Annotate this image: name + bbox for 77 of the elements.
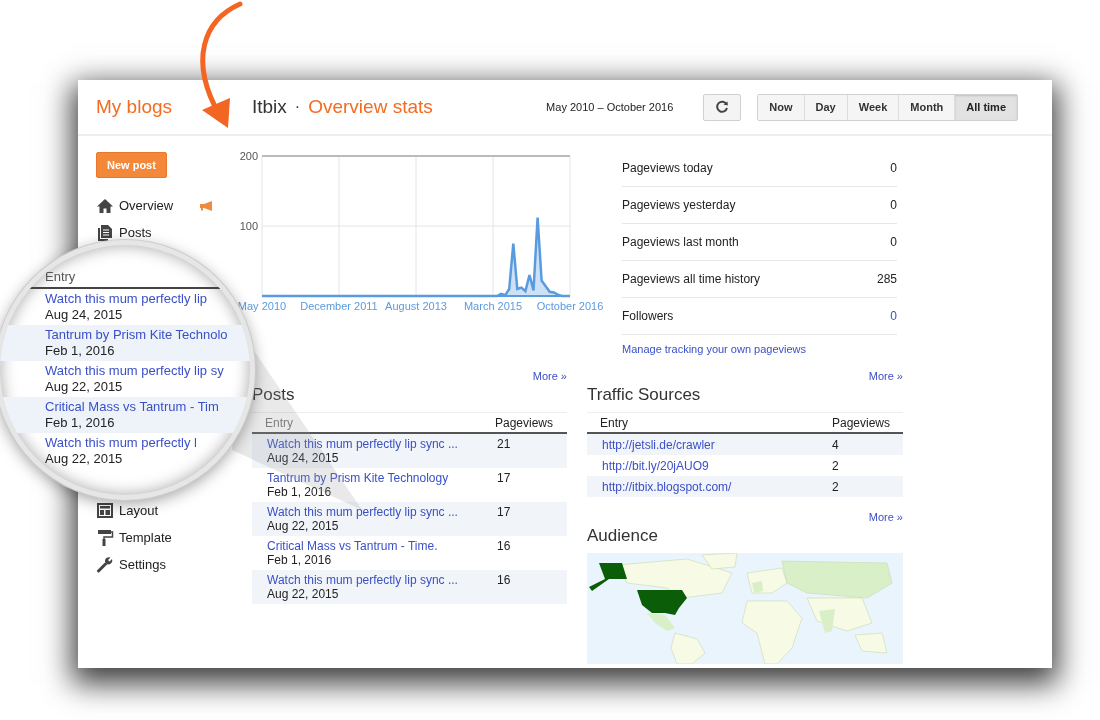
pageviews-count: 17 xyxy=(497,471,511,487)
x-axis-label: March 2015 xyxy=(463,300,523,312)
post-link[interactable]: Watch this mum perfectly lip sync ... xyxy=(267,573,497,587)
stat-label: Pageviews yesterday xyxy=(622,198,736,212)
pageviews-count: 16 xyxy=(497,573,511,589)
pageviews-count: 21 xyxy=(497,437,511,453)
column-header: Entry xyxy=(45,269,76,284)
refresh-button[interactable] xyxy=(703,93,742,121)
post-date: Feb 1, 2016 xyxy=(267,553,333,567)
pageviews-count: 16 xyxy=(497,539,511,555)
stat-value: 0 xyxy=(890,235,897,249)
y-axis-label: 100 xyxy=(239,220,258,232)
post-date: Feb 1, 2016 xyxy=(267,485,333,499)
post-date: Feb 1, 2016 xyxy=(45,343,115,359)
column-header: Pageviews xyxy=(495,415,554,430)
y-axis-label: 200 xyxy=(239,150,258,162)
post-date: Aug 24, 2015 xyxy=(45,307,123,323)
refresh-icon xyxy=(715,100,730,114)
pageviews-count: 2 xyxy=(832,479,839,494)
range-button[interactable]: Month xyxy=(899,94,956,120)
x-axis-label: May 2010 xyxy=(237,300,287,312)
range-button[interactable]: Day xyxy=(804,94,848,120)
column-header: Pageviews xyxy=(832,415,891,430)
source-link[interactable]: http://jetsli.de/crawler xyxy=(587,437,832,452)
section-title: Posts xyxy=(252,384,296,406)
post-link[interactable]: Watch this mum perfectly lip sync ... xyxy=(267,505,497,519)
stat-label: Pageviews last month xyxy=(622,235,739,249)
date-range: May 2010 – October 2016 xyxy=(546,101,674,113)
nav-link[interactable]: Template xyxy=(119,530,172,545)
page-title: Overview stats xyxy=(308,96,433,118)
stat-value: 0 xyxy=(890,198,897,212)
stat-label: Followers xyxy=(622,309,674,323)
post-link[interactable]: Critical Mass vs Tantrum - Time. xyxy=(267,539,497,553)
post-date: Aug 22, 2015 xyxy=(45,379,123,395)
stat-value[interactable]: 0 xyxy=(890,309,897,323)
stat-value: 0 xyxy=(890,161,897,175)
manage-tracking-link[interactable]: Manage tracking your own pageviews xyxy=(622,343,807,355)
post-link[interactable]: Tantrum by Prism Kite Technology xyxy=(267,471,497,485)
range-button[interactable]: All time xyxy=(955,94,1017,120)
post-date: Feb 1, 2016 xyxy=(45,415,115,431)
pageviews-count: 4 xyxy=(832,437,839,452)
nav-link[interactable]: Overview xyxy=(119,198,174,213)
more-link[interactable]: More » xyxy=(868,370,903,384)
range-button[interactable]: Now xyxy=(758,94,805,120)
column-header: Entry xyxy=(264,415,294,430)
blog-name: Itbix xyxy=(252,96,287,118)
section-title: Audience xyxy=(587,525,659,547)
document-stack-icon xyxy=(96,224,114,241)
paint-roller-icon xyxy=(96,529,114,546)
x-axis-label: October 2016 xyxy=(536,300,604,312)
column-header: Entry xyxy=(599,415,629,430)
more-link[interactable]: More » xyxy=(868,511,903,525)
x-axis-label: December 2011 xyxy=(300,300,378,312)
x-axis-label: August 2013 xyxy=(385,300,447,312)
source-link[interactable]: http://itbix.blogspot.com/ xyxy=(587,479,832,494)
source-link[interactable]: http://bit.ly/20jAUO9 xyxy=(587,458,832,473)
wrench-icon xyxy=(96,556,114,573)
pageviews-count: 2 xyxy=(832,458,839,473)
nav-link[interactable]: Layout xyxy=(119,503,159,518)
section-title: Traffic Sources xyxy=(587,384,702,406)
pageviews-count: 17 xyxy=(497,505,511,521)
stat-value: 285 xyxy=(876,272,897,286)
post-date: Aug 22, 2015 xyxy=(45,451,123,467)
nav-link[interactable]: Settings xyxy=(119,557,166,572)
nav-link[interactable]: Posts xyxy=(119,225,152,240)
post-date: Aug 22, 2015 xyxy=(267,587,340,601)
more-link[interactable]: More » xyxy=(532,370,567,384)
stat-label: Pageviews today xyxy=(622,161,713,175)
post-link[interactable]: Watch this mum perfectly lip sync ... xyxy=(267,437,497,451)
stat-label: Pageviews all time history xyxy=(622,272,761,286)
post-date: Aug 24, 2015 xyxy=(267,451,340,465)
range-button[interactable]: Week xyxy=(847,94,900,120)
title-separator: · xyxy=(294,98,301,116)
post-date: Aug 22, 2015 xyxy=(267,519,340,533)
home-icon xyxy=(96,197,114,214)
megaphone-icon xyxy=(199,200,214,211)
layout-icon xyxy=(96,503,114,518)
